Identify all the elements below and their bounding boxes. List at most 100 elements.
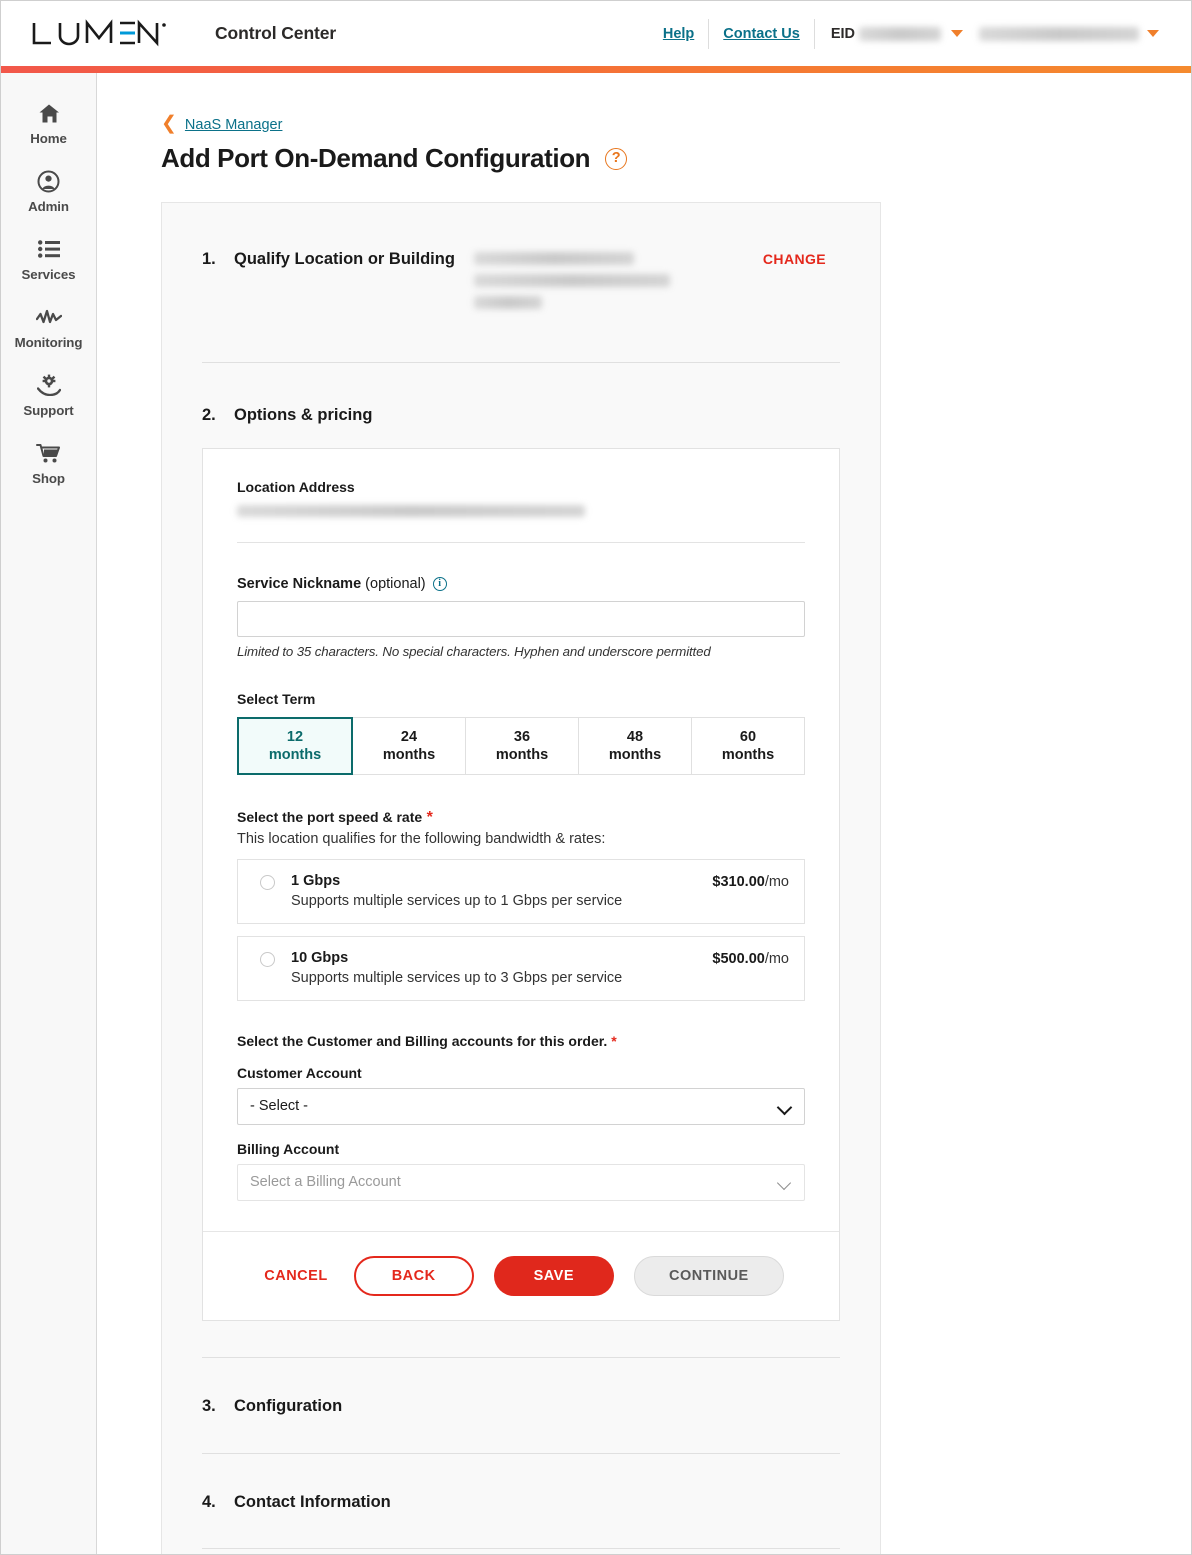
term-selector: 12 months 24 months 36 months 48 months … bbox=[237, 716, 805, 775]
step-title: Options & pricing bbox=[234, 406, 373, 424]
radio-10gbps[interactable] bbox=[260, 951, 275, 967]
eid-selector[interactable]: EID bbox=[815, 26, 979, 42]
step-qualify-location[interactable]: 1. Qualify Location or Building CHANGE bbox=[202, 203, 840, 362]
breadcrumb-link-naas-manager[interactable]: NaaS Manager bbox=[185, 117, 283, 133]
term-unit: months bbox=[495, 746, 549, 763]
billing-account-label: Billing Account bbox=[237, 1140, 340, 1157]
step-title: Qualify Location or Building bbox=[234, 250, 455, 268]
term-unit: months bbox=[382, 746, 436, 763]
port-speed-label-row: Select the port speed & rate * bbox=[237, 809, 805, 827]
option-description: Supports multiple services up to 1 Gbps … bbox=[291, 892, 623, 909]
summary-line bbox=[474, 296, 542, 309]
chevron-down-icon[interactable] bbox=[1147, 30, 1159, 37]
page-title-row: Add Port On-Demand Configuration ? bbox=[161, 143, 1191, 174]
top-header: Control Center Help Contact Us EID bbox=[1, 1, 1191, 66]
sidebar-item-support[interactable]: Support bbox=[1, 361, 96, 429]
question-circle-icon[interactable]: ? bbox=[605, 147, 628, 170]
step-options-pricing-header: 2. Options & pricing bbox=[202, 363, 840, 448]
billing-account-select[interactable]: Select a Billing Account bbox=[237, 1163, 805, 1201]
page-title: Add Port On-Demand Configuration bbox=[161, 143, 591, 173]
step-configuration[interactable]: 3. Configuration bbox=[202, 1358, 840, 1453]
required-asterisk: * bbox=[611, 1032, 617, 1049]
port-speed-label: Select the port speed & rate bbox=[237, 808, 423, 825]
term-option-48[interactable]: 48 months bbox=[579, 716, 692, 775]
accounts-heading: Select the Customer and Billing accounts… bbox=[237, 1032, 608, 1049]
term-number: 48 bbox=[626, 728, 644, 745]
location-address-label: Location Address bbox=[237, 478, 355, 495]
cancel-button[interactable]: CANCEL bbox=[258, 1258, 333, 1294]
panel-action-bar: CANCEL BACK SAVE CONTINUE bbox=[203, 1230, 839, 1320]
option-price-suffix: /mo bbox=[764, 950, 789, 967]
sidebar-item-home[interactable]: Home bbox=[1, 89, 96, 157]
step-number: 2. bbox=[202, 406, 216, 425]
order-steps-card: 1. Qualify Location or Building CHANGE 2… bbox=[161, 202, 881, 1554]
sidebar-item-label: Support bbox=[23, 403, 74, 418]
save-button[interactable]: SAVE bbox=[493, 1255, 614, 1296]
service-nickname-input[interactable] bbox=[237, 600, 805, 637]
radio-1gbps[interactable] bbox=[260, 874, 275, 890]
main-content: ❮ NaaS Manager Add Port On-Demand Config… bbox=[97, 73, 1191, 1554]
info-circle-icon[interactable]: i bbox=[432, 576, 447, 591]
help-link[interactable]: Help bbox=[649, 26, 708, 42]
service-nickname-helper: Limited to 35 characters. No special cha… bbox=[237, 643, 711, 659]
sidebar-item-shop[interactable]: Shop bbox=[1, 429, 96, 497]
account-selector[interactable] bbox=[979, 26, 1173, 41]
select-term-label: Select Term bbox=[237, 690, 316, 707]
options-pricing-body: Location Address Service Nickname (optio… bbox=[203, 449, 839, 1231]
chevron-down-icon[interactable] bbox=[951, 30, 963, 37]
term-option-36[interactable]: 36 months bbox=[466, 716, 579, 775]
term-number: 60 bbox=[739, 728, 757, 745]
eid-value-redacted bbox=[859, 26, 941, 41]
chevron-left-icon[interactable]: ❮ bbox=[161, 114, 177, 133]
summary-line bbox=[474, 252, 634, 265]
location-address-redacted bbox=[237, 504, 585, 517]
options-pricing-panel: Location Address Service Nickname (optio… bbox=[202, 447, 840, 1321]
app-window: Control Center Help Contact Us EID Home … bbox=[0, 0, 1192, 1555]
sidebar-item-label: Services bbox=[21, 267, 76, 282]
service-nickname-optional: (optional) bbox=[365, 575, 426, 592]
sidebar-item-services[interactable]: Services bbox=[1, 225, 96, 293]
sidebar-item-label: Shop bbox=[32, 471, 65, 486]
lumen-logo[interactable] bbox=[31, 18, 171, 49]
step-summary-redacted bbox=[474, 249, 763, 318]
service-nickname-label-row: Service Nickname (optional) i bbox=[237, 576, 805, 592]
option-price-amount: $500.00 bbox=[712, 950, 765, 967]
change-location-button[interactable]: CHANGE bbox=[763, 249, 826, 267]
customer-account-select[interactable]: - Select - bbox=[237, 1087, 805, 1125]
service-nickname-label: Service Nickname (optional) bbox=[237, 576, 426, 592]
option-name: 1 Gbps bbox=[291, 872, 341, 889]
sidebar-item-admin[interactable]: Admin bbox=[1, 157, 96, 225]
step-number: 4. bbox=[202, 1492, 216, 1511]
step-review-submit[interactable]: 5. Review & Submit bbox=[202, 1549, 840, 1554]
port-speed-option-1gbps[interactable]: 1 Gbps Supports multiple services up to … bbox=[237, 858, 805, 924]
contact-us-link[interactable]: Contact Us bbox=[709, 26, 814, 42]
shopping-cart-icon bbox=[36, 440, 61, 466]
account-value-redacted bbox=[979, 26, 1139, 41]
user-circle-icon bbox=[37, 168, 60, 194]
sidebar-item-monitoring[interactable]: Monitoring bbox=[1, 293, 96, 361]
sidebar-item-label: Home bbox=[30, 131, 67, 146]
section-divider bbox=[237, 541, 805, 543]
step-number: 3. bbox=[202, 1397, 216, 1416]
continue-button: CONTINUE bbox=[634, 1255, 784, 1296]
option-price-suffix: /mo bbox=[764, 873, 789, 890]
port-speed-option-10gbps[interactable]: 10 Gbps Supports multiple services up to… bbox=[237, 935, 805, 1001]
term-option-24[interactable]: 24 months bbox=[353, 716, 466, 775]
chevron-down-icon bbox=[779, 1102, 792, 1110]
option-price-amount: $310.00 bbox=[712, 873, 765, 890]
term-number: 24 bbox=[400, 728, 418, 745]
option-name: 10 Gbps bbox=[291, 949, 349, 966]
term-unit: months bbox=[608, 746, 662, 763]
term-option-60[interactable]: 60 months bbox=[692, 716, 805, 775]
app-title: Control Center bbox=[215, 23, 337, 43]
port-speed-subtitle: This location qualifies for the followin… bbox=[237, 830, 606, 847]
step-contact-information[interactable]: 4. Contact Information bbox=[202, 1454, 840, 1549]
term-option-12[interactable]: 12 months bbox=[237, 716, 353, 775]
step-title: Contact Information bbox=[234, 1492, 391, 1511]
home-icon bbox=[38, 100, 60, 126]
option-description: Supports multiple services up to 3 Gbps … bbox=[291, 969, 623, 986]
back-button[interactable]: BACK bbox=[353, 1255, 474, 1296]
port-speed-section: Select the port speed & rate * This loca… bbox=[237, 809, 805, 847]
step-number: 1. bbox=[202, 250, 216, 268]
term-number: 36 bbox=[513, 728, 531, 745]
